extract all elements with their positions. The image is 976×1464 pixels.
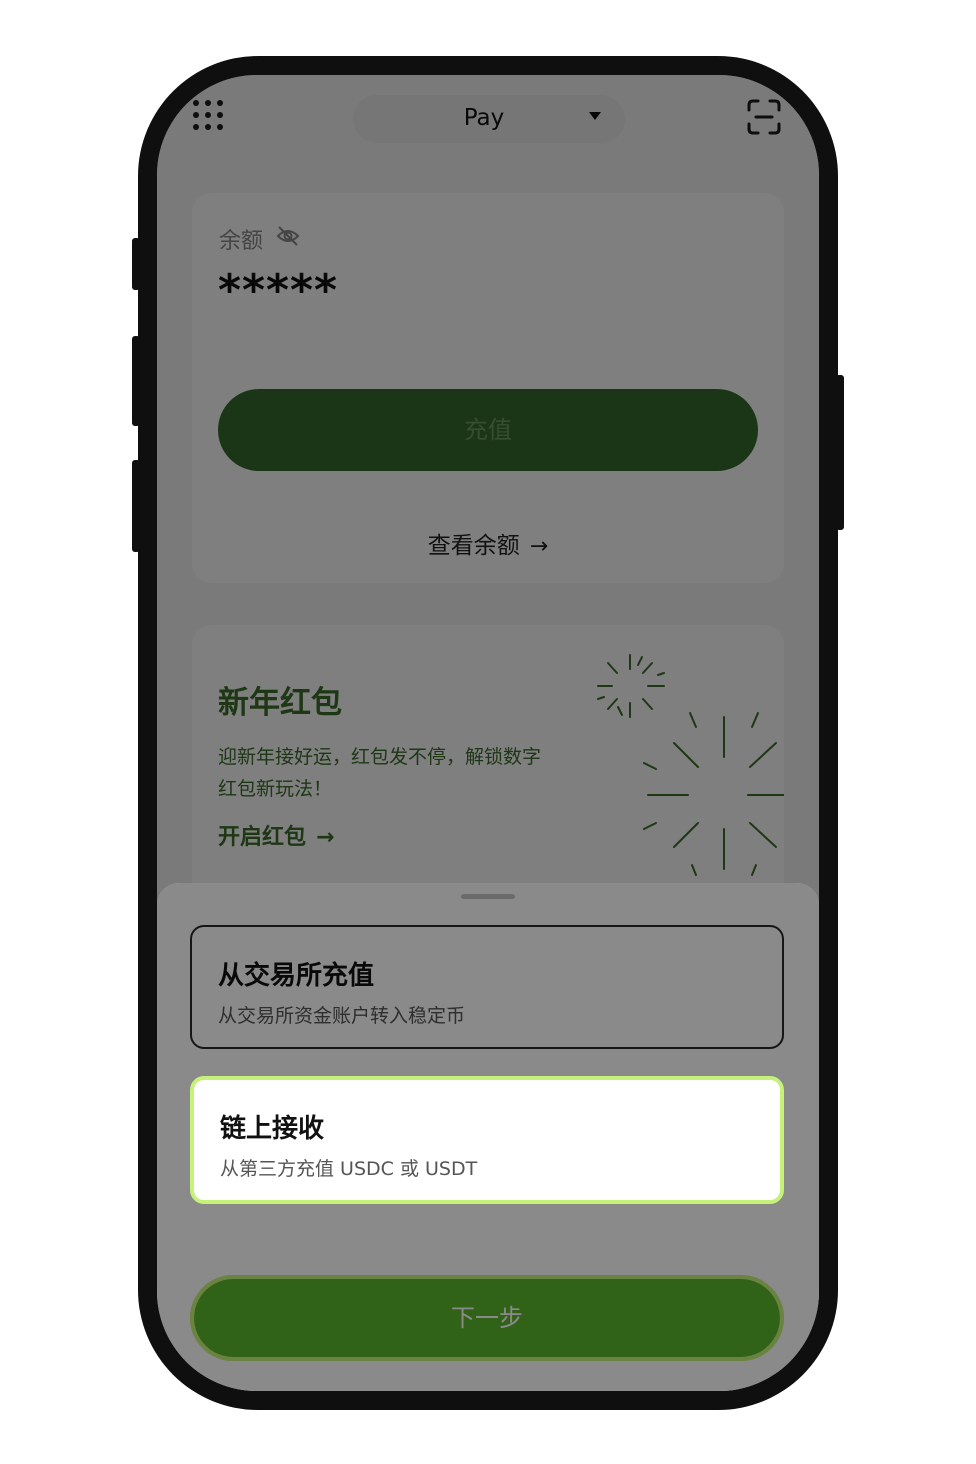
topup-method-sheet: 从交易所充值 从交易所资金账户转入稳定币 下一步 链上接收 从第三方充值 USD… xyxy=(157,883,819,1391)
arrow-right-icon: → xyxy=(316,825,335,850)
option-subtitle: 从第三方充值 USDC 或 USDT xyxy=(220,1158,478,1180)
sheet-drag-handle[interactable] xyxy=(461,894,515,899)
option-title: 从交易所充值 xyxy=(218,961,375,991)
view-balance-link[interactable]: 查看余额 → xyxy=(192,526,784,560)
option-title: 链上接收 xyxy=(220,1114,325,1144)
promo-cta-link[interactable]: 开启红包 → xyxy=(218,819,334,851)
phone-volume-down-button xyxy=(132,460,140,552)
balance-label: 余额 xyxy=(219,229,264,254)
apps-grid-icon[interactable] xyxy=(193,100,233,140)
firework-burst-icon xyxy=(597,654,784,876)
caret-down-icon xyxy=(589,112,601,120)
view-balance-label: 查看余额 xyxy=(427,533,520,559)
next-button[interactable]: 下一步 xyxy=(190,1275,784,1361)
option-exchange-topup[interactable]: 从交易所充值 从交易所资金账户转入稳定币 xyxy=(190,925,784,1049)
promo-title: 新年红包 xyxy=(218,685,342,721)
app-switcher-label: Pay xyxy=(463,105,505,131)
option-subtitle: 从交易所资金账户转入稳定币 xyxy=(218,1005,466,1027)
topup-button[interactable]: 充值 xyxy=(218,389,758,471)
arrow-right-icon: → xyxy=(529,534,549,559)
balance-value-masked: ***** xyxy=(218,265,339,316)
app-switcher-dropdown[interactable]: Pay xyxy=(353,95,625,143)
app-screen: Pay 余额 ***** 充值 查看余额 → 新年红包 迎新年接好运，红包发不停，… xyxy=(157,75,819,1391)
promo-description: 迎新年接好运，红包发不停，解锁数字红包新玩法！ xyxy=(218,746,542,800)
top-bar: Pay xyxy=(157,75,819,159)
scan-icon[interactable] xyxy=(747,99,781,135)
phone-power-button xyxy=(836,375,844,530)
balance-card: 余额 ***** 充值 查看余额 → xyxy=(192,193,784,583)
option-onchain-receive[interactable]: 链上接收 从第三方充值 USDC 或 USDT xyxy=(190,1076,784,1204)
promo-cta-label: 开启红包 xyxy=(218,825,307,850)
eye-off-icon[interactable] xyxy=(276,225,300,247)
phone-mute-button xyxy=(132,238,140,290)
phone-volume-up-button xyxy=(132,336,140,426)
